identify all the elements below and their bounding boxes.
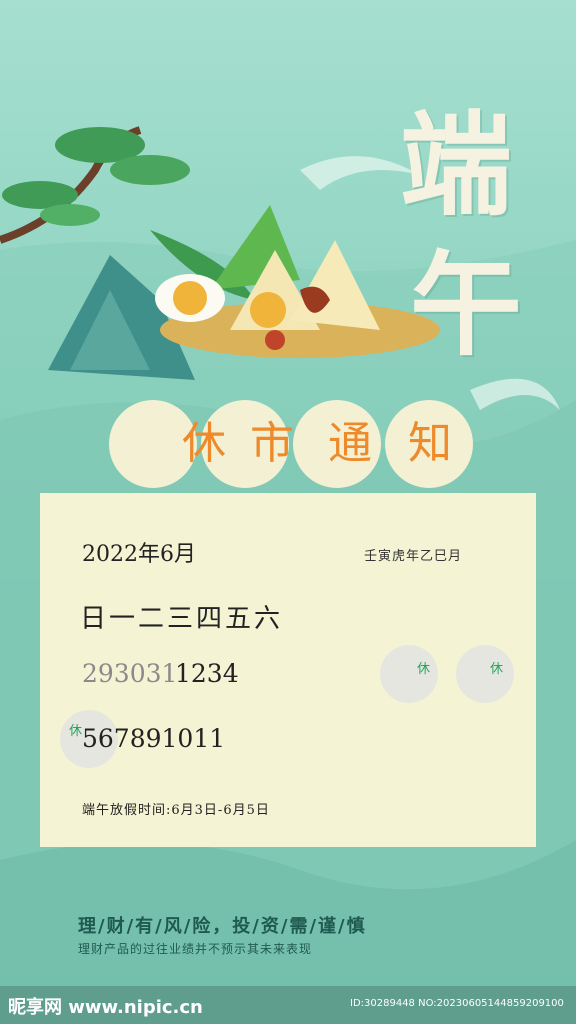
risk-disclaimer: 理财产品的过往业绩并不预示其未来表现 — [78, 942, 313, 956]
notice-char-4: 知 — [408, 418, 452, 469]
watermark-brand: 昵享网 www.nipic.cn — [8, 997, 203, 1018]
watermark-id: ID:30289448 NO:20230605144859209100 — [350, 998, 564, 1009]
lunar-label: 壬寅虎年乙巳月 — [364, 549, 463, 564]
weekday-header: 日一二三四五六 — [80, 604, 284, 634]
rest-mark-5: 休 — [69, 724, 83, 739]
week1-days: 1234 — [175, 659, 239, 688]
risk-warning: 理/财/有/风/险，投/资/需/谨/慎 — [78, 916, 367, 937]
holiday-period: 端午放假时间:6月3日-6月5日 — [82, 803, 270, 818]
notice-char-2: 市 — [250, 418, 294, 469]
rest-mark-3: 休 — [417, 662, 431, 677]
notice-char-3: 通 — [328, 418, 372, 469]
title-char-2: 午 — [410, 240, 522, 371]
month-label: 2022年6月 — [82, 542, 196, 567]
prev-month-days: 293031 — [82, 659, 178, 688]
rest-mark-4: 休 — [490, 662, 504, 677]
festival-title: 端 午 — [390, 110, 540, 400]
title-char-1: 端 — [400, 100, 512, 231]
rest-day-circle-4 — [456, 645, 514, 703]
week2-days: 567891011 — [82, 724, 226, 753]
